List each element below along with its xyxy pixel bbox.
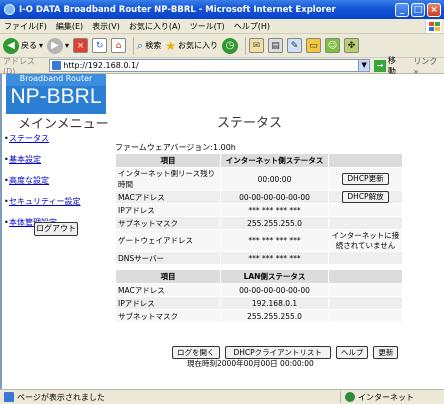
- col-header-internet-status: インターネット側ステータス: [220, 153, 329, 168]
- col-header-item: 項目: [115, 269, 221, 284]
- address-label: アドレス(D): [3, 56, 35, 76]
- nav-security-settings[interactable]: セキュリティー設定: [9, 196, 81, 207]
- print-button[interactable]: ▤: [267, 38, 283, 53]
- messenger-icon: ☺: [324, 38, 340, 53]
- banner-model: NP-BBRL: [10, 85, 102, 108]
- status-text: ページが表示されました: [17, 392, 105, 402]
- table-row: DNSサーバー *** *** *** ***: [115, 251, 403, 265]
- history-button[interactable]: ◷: [221, 37, 238, 54]
- table-row: MACアドレス 00-00-00-00-00-00 DHCP解放: [115, 190, 403, 204]
- nav-advanced-settings[interactable]: 高度な設定: [9, 175, 49, 186]
- search-button[interactable]: ⌕ 検索: [137, 39, 161, 53]
- back-arrow-icon: ◀: [3, 37, 19, 54]
- folder-button[interactable]: ▭: [305, 38, 321, 53]
- connection-status-note: インターネットに接続されていません: [328, 229, 403, 252]
- menu-view[interactable]: 表示(V): [92, 21, 120, 32]
- internet-status-table: 項目 インターネット側ステータス インターネット側リース残り時間 00:00:0…: [115, 153, 403, 265]
- refresh-page-button[interactable]: 更新: [373, 346, 399, 359]
- table-row: IPアドレス *** *** *** ***: [115, 203, 403, 217]
- maximize-button[interactable]: □: [411, 2, 425, 17]
- refresh-button[interactable]: ↻: [92, 38, 108, 53]
- favorites-button[interactable]: ★ お気に入り: [165, 39, 218, 53]
- table-row: インターネット側リース残り時間 00:00:00 DHCP更新: [115, 167, 403, 191]
- sidebar-nav: • ステータス • 基本設定 • 高度な設定 • セキュリティー設定 • 本体管理設定: [4, 133, 81, 227]
- firmware-version: ファームウェアバージョン:1.00h: [115, 143, 236, 152]
- forward-button[interactable]: ▶ ▾: [47, 37, 69, 54]
- address-dropdown[interactable]: ▼: [358, 60, 370, 71]
- home-icon: ⌂: [111, 38, 127, 53]
- research-button[interactable]: ✤: [343, 38, 359, 53]
- menu-file[interactable]: ファイル(F): [4, 21, 47, 32]
- history-icon: ◷: [221, 37, 238, 54]
- print-icon: ▤: [267, 38, 283, 53]
- title-bar: I-O DATA Broadband Router NP-BBRL - Micr…: [0, 0, 444, 19]
- menu-favorites[interactable]: お気に入り(A): [129, 21, 181, 32]
- toolbar-separator: [244, 36, 246, 55]
- search-icon: ⌕: [137, 38, 144, 52]
- windows-logo-icon: [425, 20, 441, 33]
- links-button[interactable]: リンク »: [413, 56, 444, 76]
- status-bar: ページが表示されました インターネット: [0, 389, 444, 404]
- dhcp-renew-button[interactable]: DHCP更新: [342, 173, 389, 185]
- folder-icon: ▭: [305, 38, 321, 53]
- nav-basic-settings[interactable]: 基本設定: [9, 154, 41, 165]
- window-title: I-O DATA Broadband Router NP-BBRL - Micr…: [19, 4, 336, 15]
- back-button[interactable]: ◀ 戻る ▾: [3, 37, 43, 54]
- table-row: MACアドレス 00-00-00-00-00-00: [115, 283, 403, 297]
- home-button[interactable]: ⌂: [111, 38, 127, 53]
- col-header-lan-status: LAN側ステータス: [220, 269, 329, 284]
- current-time: 現在時刻2000年00月00日 00:00:00: [187, 359, 314, 368]
- help-button[interactable]: ヘルプ: [335, 346, 369, 359]
- page-title: ステータス: [217, 115, 283, 130]
- page-done-icon: [4, 392, 14, 402]
- forward-arrow-icon: ▶: [47, 37, 64, 54]
- page-content: Broadband Router NP-BBRL メインメニュー • ステータス …: [0, 74, 444, 389]
- table-row: サブネットマスク 255.255.255.0: [115, 216, 403, 230]
- minimize-button[interactable]: _: [395, 2, 409, 17]
- table-row: ゲートウェイアドレス *** *** *** *** インターネットに接続されて…: [115, 229, 403, 252]
- address-bar: アドレス(D) http://192.168.0.1/ ▼ → 移動 リンク »: [0, 56, 444, 76]
- internet-zone-icon: [345, 392, 355, 402]
- col-header-blank: [328, 269, 403, 284]
- logout-button[interactable]: ログアウト: [34, 222, 78, 236]
- toolbar-separator: [133, 36, 135, 55]
- stop-button[interactable]: ×: [73, 38, 89, 53]
- lan-status-table: 項目 LAN側ステータス MACアドレス 00-00-00-00-00-00 I…: [115, 269, 403, 323]
- address-url: http://192.168.0.1/: [63, 61, 139, 70]
- messenger-button[interactable]: ☺: [324, 38, 340, 53]
- dhcp-release-button[interactable]: DHCP解放: [342, 191, 389, 203]
- ie-icon: [4, 4, 15, 15]
- go-arrow-icon: →: [374, 59, 386, 72]
- refresh-icon: ↻: [92, 38, 108, 53]
- mail-button[interactable]: ✉: [248, 38, 264, 53]
- page-icon: [52, 61, 62, 70]
- menu-edit[interactable]: 編集(E): [56, 21, 83, 32]
- star-icon: ★: [165, 38, 176, 53]
- address-input[interactable]: http://192.168.0.1/ ▼: [49, 59, 371, 72]
- menu-bar: ファイル(F) 編集(E) 表示(V) お気に入り(A) ツール(T) ヘルプ(…: [0, 19, 444, 34]
- stop-icon: ×: [73, 38, 89, 53]
- edit-icon: ✎: [286, 38, 302, 53]
- col-header-actions: [328, 153, 403, 168]
- menu-tools[interactable]: ツール(T): [190, 21, 225, 32]
- table-row: IPアドレス 192.168.0.1: [115, 296, 403, 310]
- menu-help[interactable]: ヘルプ(H): [234, 21, 270, 32]
- security-zone: インターネット: [340, 391, 414, 403]
- table-row: サブネットマスク 255.255.255.0: [115, 309, 403, 323]
- product-banner: Broadband Router NP-BBRL: [6, 74, 106, 114]
- close-button[interactable]: ×: [427, 2, 441, 17]
- research-icon: ✤: [343, 38, 359, 53]
- edit-button[interactable]: ✎: [286, 38, 302, 53]
- mail-icon: ✉: [248, 38, 264, 53]
- nav-status[interactable]: ステータス: [9, 133, 49, 144]
- col-header-item: 項目: [115, 153, 221, 168]
